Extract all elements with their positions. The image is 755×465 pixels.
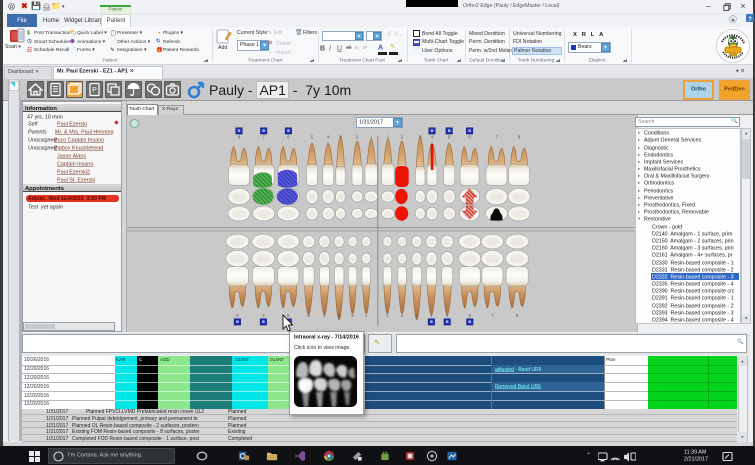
- svg-text:4: 4: [327, 135, 330, 140]
- svg-text:8: 8: [516, 313, 519, 318]
- svg-text:7: 7: [262, 313, 265, 318]
- svg-text:4: 4: [430, 313, 433, 318]
- svg-text:4: 4: [323, 313, 326, 318]
- svg-text:2: 2: [351, 313, 354, 318]
- svg-text:P: P: [92, 87, 97, 94]
- svg-text:2: 2: [401, 135, 404, 140]
- svg-text:4: 4: [431, 135, 434, 140]
- svg-text:6: 6: [287, 135, 290, 140]
- svg-text:8: 8: [236, 313, 239, 318]
- svg-text:1: 1: [387, 135, 390, 140]
- svg-text:5: 5: [446, 313, 449, 318]
- svg-text:5: 5: [307, 313, 310, 318]
- svg-text:2: 2: [356, 135, 359, 140]
- svg-text:7: 7: [263, 135, 266, 140]
- svg-text:6: 6: [468, 135, 471, 140]
- svg-text:2: 2: [401, 313, 404, 318]
- svg-text:7: 7: [495, 135, 498, 140]
- svg-text:1: 1: [370, 135, 373, 140]
- svg-text:5: 5: [311, 135, 314, 140]
- svg-text:8: 8: [518, 135, 521, 140]
- svg-text:5: 5: [448, 135, 451, 140]
- svg-text:7: 7: [491, 313, 494, 318]
- svg-text:1: 1: [365, 313, 368, 318]
- svg-text:1: 1: [386, 313, 389, 318]
- svg-text:6: 6: [469, 313, 472, 318]
- svg-text:8: 8: [238, 135, 241, 140]
